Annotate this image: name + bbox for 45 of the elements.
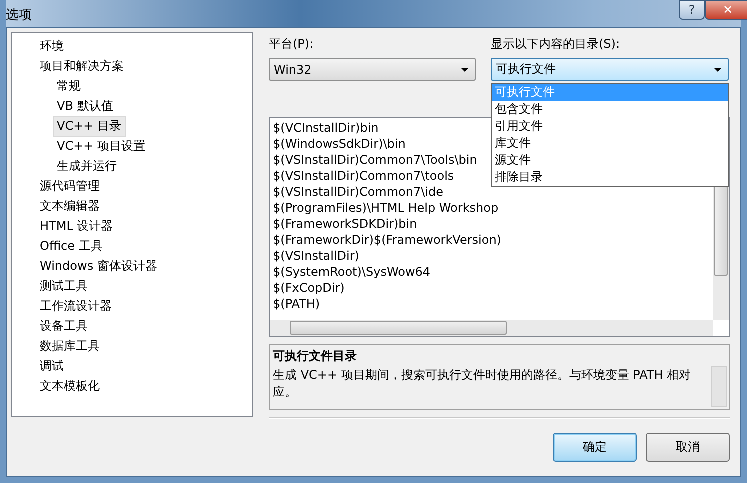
tree-item[interactable]: Windows 窗体设计器 <box>36 256 162 276</box>
tree-item[interactable]: 文本模板化 <box>36 376 104 396</box>
path-item[interactable]: $(FrameworkSDKDir)bin <box>273 216 710 232</box>
window-title: 选项 <box>6 7 32 24</box>
directories-dropdown[interactable]: 可执行文件 <box>491 58 729 81</box>
dropdown-option[interactable]: 排除目录 <box>492 169 728 186</box>
vertical-scrollbar[interactable] <box>711 366 727 407</box>
dropdown-option[interactable]: 源文件 <box>492 152 728 169</box>
tree-item[interactable]: 调试 <box>36 356 68 376</box>
dropdown-option[interactable]: 引用文件 <box>492 118 728 135</box>
tree-item[interactable]: VC++ 项目设置 <box>53 136 150 156</box>
dropdown-option[interactable]: 库文件 <box>492 135 728 152</box>
path-item[interactable]: $(VSInstallDir)Common7\ide <box>273 184 710 200</box>
tree-item[interactable]: 源代码管理 <box>36 176 104 196</box>
path-item[interactable]: $(SystemRoot)\SysWow64 <box>273 264 710 280</box>
tree-item[interactable]: 数据库工具 <box>36 336 104 356</box>
tree-item[interactable]: VC++ 目录 <box>53 116 126 136</box>
dropdown-option[interactable]: 包含文件 <box>492 101 728 118</box>
tree-item[interactable]: 环境 <box>36 36 68 56</box>
tree-item[interactable]: 设备工具 <box>36 316 92 336</box>
description-title: 可执行文件目录 <box>273 348 358 365</box>
path-item[interactable]: $(PATH) <box>273 296 710 312</box>
help-button[interactable]: ? <box>679 0 705 20</box>
tree-item[interactable]: 生成并运行 <box>53 156 121 176</box>
tree-item[interactable]: 项目和解决方案 <box>36 56 128 76</box>
ok-button[interactable]: 确定 <box>553 433 637 462</box>
directories-label: 显示以下内容的目录(S): <box>491 36 622 53</box>
path-item[interactable]: $(FrameworkDir)$(FrameworkVersion) <box>273 232 710 248</box>
description-text: 生成 VC++ 项目期间，搜索可执行文件时使用的路径。与环境变量 PATH 相对应。 <box>273 367 692 401</box>
tree-item[interactable]: 测试工具 <box>36 276 92 296</box>
tree-item[interactable]: 工作流设计器 <box>36 296 116 316</box>
platform-dropdown[interactable]: Win32 <box>269 58 476 81</box>
path-item[interactable]: $(ProgramFiles)\HTML Help Workshop <box>273 200 710 216</box>
path-item[interactable]: $(FxCopDir) <box>273 280 710 296</box>
caret-icon <box>714 68 722 72</box>
cancel-button[interactable]: 取消 <box>646 433 730 462</box>
tree-item[interactable]: HTML 设计器 <box>36 216 118 236</box>
tree-item[interactable]: 文本编辑器 <box>36 196 104 216</box>
tree-item[interactable]: 常规 <box>53 76 85 96</box>
caret-icon <box>461 68 469 72</box>
horizontal-scrollbar[interactable] <box>270 320 713 336</box>
path-item[interactable]: $(VSInstallDir) <box>273 248 710 264</box>
tree-item[interactable]: VB 默认值 <box>53 96 118 116</box>
tree-item[interactable]: Office 工具 <box>36 236 107 256</box>
platform-label: 平台(P): <box>269 36 315 53</box>
